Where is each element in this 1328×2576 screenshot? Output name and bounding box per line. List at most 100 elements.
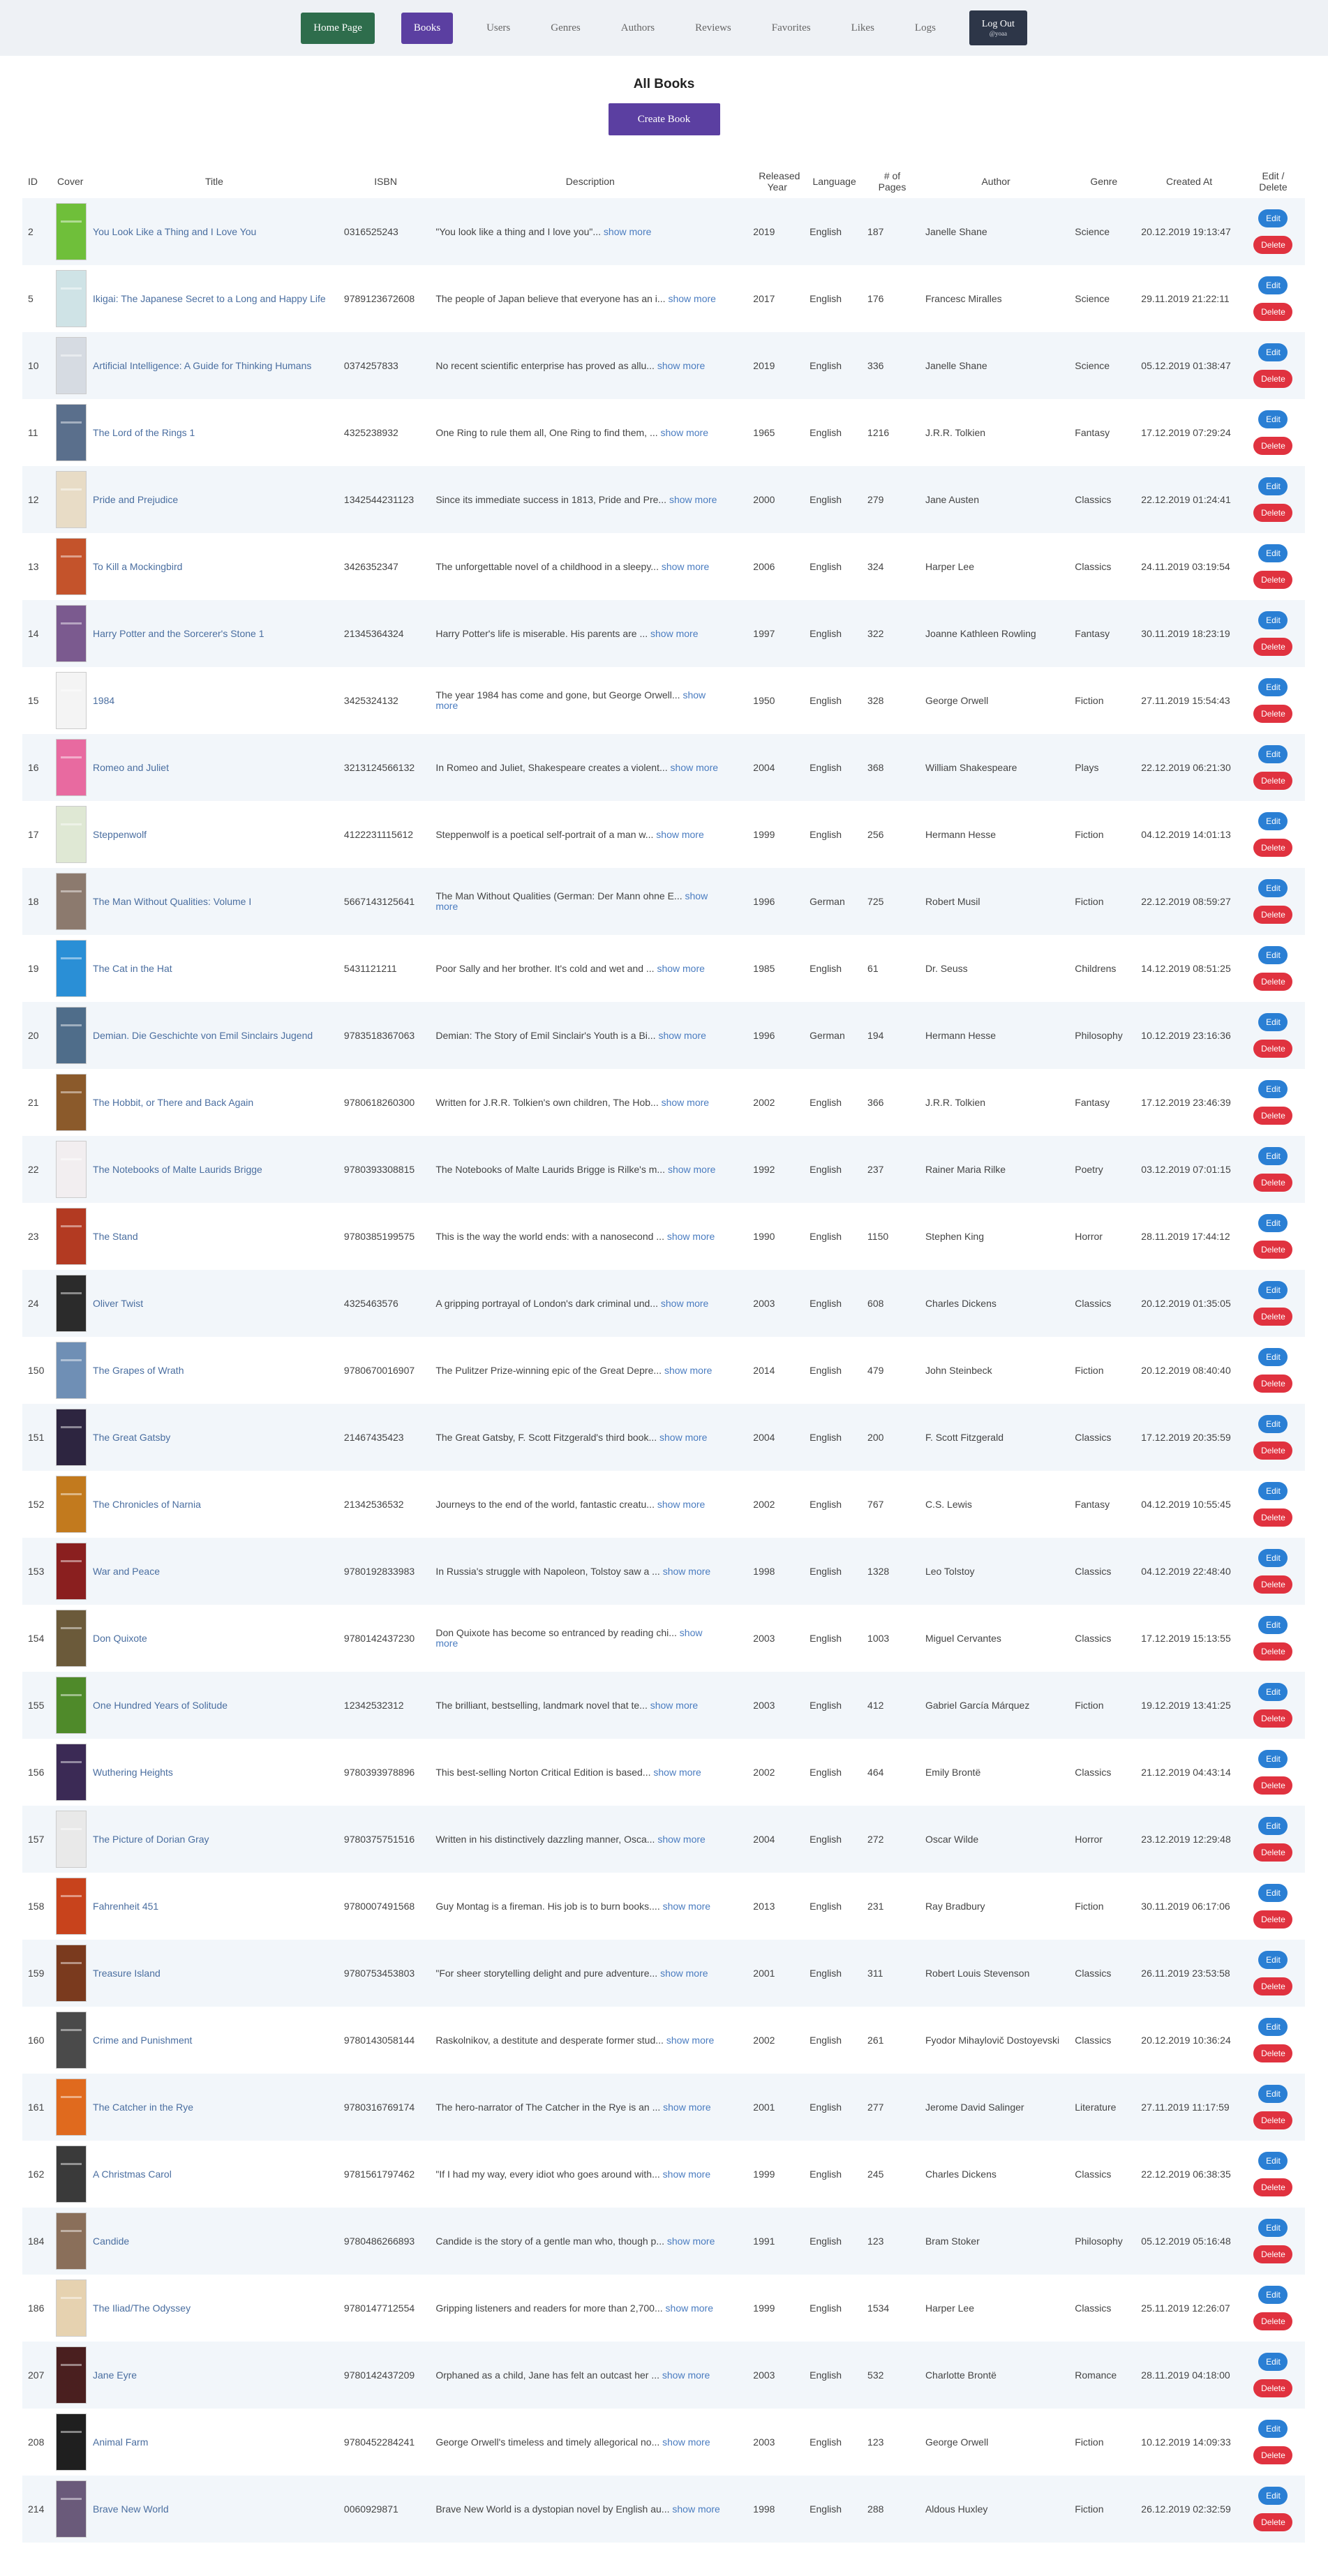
delete-button[interactable]: Delete [1253,437,1293,455]
book-cover-image[interactable] [56,2413,87,2471]
nav-genres-link[interactable]: Genres [544,13,587,43]
delete-button[interactable]: Delete [1253,1441,1293,1460]
book-title-link[interactable]: The Hobbit, or There and Back Again [93,1097,253,1108]
book-cover-image[interactable] [56,1543,87,1600]
delete-button[interactable]: Delete [1253,1308,1293,1326]
book-title-link[interactable]: Jane Eyre [93,2369,137,2381]
book-cover-image[interactable] [56,1811,87,1868]
nav-books-button[interactable]: Books [401,12,454,44]
edit-button[interactable]: Edit [1258,678,1288,696]
show-more-link[interactable]: show more [657,963,704,974]
edit-button[interactable]: Edit [1258,343,1288,361]
edit-button[interactable]: Edit [1258,1817,1288,1835]
show-more-link[interactable]: show more [663,2102,710,2113]
delete-button[interactable]: Delete [1253,906,1293,924]
show-more-link[interactable]: show more [667,2236,715,2247]
book-title-link[interactable]: 1984 [93,695,114,706]
nav-likes-link[interactable]: Likes [844,13,881,43]
show-more-link[interactable]: show more [667,1231,715,1242]
book-title-link[interactable]: Brave New World [93,2503,169,2515]
show-more-link[interactable]: show more [661,1298,708,1309]
delete-button[interactable]: Delete [1253,839,1293,857]
show-more-link[interactable]: show more [662,561,709,572]
book-title-link[interactable]: Pride and Prejudice [93,494,178,505]
delete-button[interactable]: Delete [1253,571,1293,589]
edit-button[interactable]: Edit [1258,611,1288,629]
book-cover-image[interactable] [56,471,87,528]
delete-button[interactable]: Delete [1253,1174,1293,1192]
edit-button[interactable]: Edit [1258,209,1288,227]
edit-button[interactable]: Edit [1258,2487,1288,2505]
delete-button[interactable]: Delete [1253,1910,1293,1929]
book-title-link[interactable]: Harry Potter and the Sorcerer's Stone 1 [93,628,264,639]
book-title-link[interactable]: Demian. Die Geschichte von Emil Sinclair… [93,1030,313,1041]
book-cover-image[interactable] [56,1342,87,1399]
show-more-link[interactable]: show more [668,1164,715,1175]
edit-button[interactable]: Edit [1258,1750,1288,1768]
book-title-link[interactable]: Candide [93,2236,129,2247]
edit-button[interactable]: Edit [1258,2286,1288,2304]
book-title-link[interactable]: Steppenwolf [93,829,147,840]
delete-button[interactable]: Delete [1253,303,1293,321]
book-title-link[interactable]: The Stand [93,1231,138,1242]
edit-button[interactable]: Edit [1258,2353,1288,2371]
book-cover-image[interactable] [56,672,87,729]
book-cover-image[interactable] [56,538,87,595]
delete-button[interactable]: Delete [1253,236,1293,254]
book-cover-image[interactable] [56,1945,87,2002]
book-cover-image[interactable] [56,1275,87,1332]
delete-button[interactable]: Delete [1253,2379,1293,2397]
book-cover-image[interactable] [56,1007,87,1064]
book-title-link[interactable]: Romeo and Juliet [93,762,169,773]
nav-reviews-link[interactable]: Reviews [688,13,738,43]
edit-button[interactable]: Edit [1258,1884,1288,1902]
show-more-link[interactable]: show more [662,1097,709,1108]
edit-button[interactable]: Edit [1258,1415,1288,1433]
delete-button[interactable]: Delete [1253,1107,1293,1125]
book-title-link[interactable]: The Iliad/The Odyssey [93,2302,191,2314]
book-cover-image[interactable] [56,1744,87,1801]
book-title-link[interactable]: The Picture of Dorian Gray [93,1834,209,1845]
delete-button[interactable]: Delete [1253,1843,1293,1862]
book-title-link[interactable]: The Lord of the Rings 1 [93,427,195,438]
show-more-link[interactable]: show more [657,1834,705,1845]
show-more-link[interactable]: show more [669,494,717,505]
book-title-link[interactable]: The Man Without Qualities: Volume I [93,896,251,907]
delete-button[interactable]: Delete [1253,1642,1293,1661]
book-title-link[interactable]: Crime and Punishment [93,2035,192,2046]
nav-users-link[interactable]: Users [479,13,517,43]
delete-button[interactable]: Delete [1253,2446,1293,2464]
nav-logs-link[interactable]: Logs [908,13,943,43]
edit-button[interactable]: Edit [1258,1683,1288,1701]
show-more-link[interactable]: show more [672,2503,719,2515]
book-cover-image[interactable] [56,1208,87,1265]
book-title-link[interactable]: One Hundred Years of Solitude [93,1700,227,1711]
nav-authors-link[interactable]: Authors [614,13,662,43]
delete-button[interactable]: Delete [1253,1241,1293,1259]
book-cover-image[interactable] [56,2279,87,2337]
edit-button[interactable]: Edit [1258,879,1288,897]
book-title-link[interactable]: Wuthering Heights [93,1767,173,1778]
delete-button[interactable]: Delete [1253,2178,1293,2196]
create-book-button[interactable]: Create Book [608,103,720,135]
edit-button[interactable]: Edit [1258,1348,1288,1366]
edit-button[interactable]: Edit [1258,1214,1288,1232]
show-more-link[interactable]: show more [650,628,698,639]
delete-button[interactable]: Delete [1253,973,1293,991]
book-cover-image[interactable] [56,2079,87,2136]
delete-button[interactable]: Delete [1253,1375,1293,1393]
nav-favorites-link[interactable]: Favorites [765,13,818,43]
delete-button[interactable]: Delete [1253,638,1293,656]
show-more-link[interactable]: show more [668,293,715,304]
edit-button[interactable]: Edit [1258,1281,1288,1299]
edit-button[interactable]: Edit [1258,2420,1288,2438]
book-cover-image[interactable] [56,1141,87,1198]
book-cover-image[interactable] [56,2346,87,2404]
edit-button[interactable]: Edit [1258,1951,1288,1969]
book-cover-image[interactable] [56,1677,87,1734]
book-cover-image[interactable] [56,940,87,997]
show-more-link[interactable]: show more [663,2169,710,2180]
edit-button[interactable]: Edit [1258,2152,1288,2170]
logout-button[interactable]: Log Out @yoaa [969,10,1027,45]
delete-button[interactable]: Delete [1253,2111,1293,2129]
